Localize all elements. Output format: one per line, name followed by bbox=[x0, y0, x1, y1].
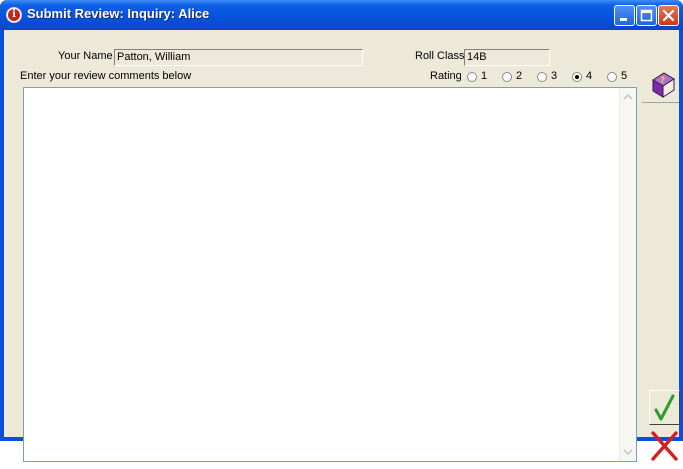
help-book-icon: ? bbox=[652, 72, 675, 98]
scroll-up-button[interactable] bbox=[621, 89, 635, 104]
dialog-client-area: Your Name Patton, William Roll Class 14B… bbox=[4, 30, 680, 462]
separator-line bbox=[642, 102, 679, 103]
rating-radio-5[interactable] bbox=[607, 72, 617, 82]
rating-radio-2[interactable] bbox=[502, 72, 512, 82]
your-name-field[interactable]: Patton, William bbox=[114, 49, 363, 66]
rating-label: Rating bbox=[430, 70, 462, 82]
svg-text:?: ? bbox=[660, 76, 665, 86]
minimize-icon bbox=[620, 18, 627, 21]
rating-option-2-label: 2 bbox=[516, 70, 523, 82]
submit-review-window: i Submit Review: Inquiry: Alice Your Nam… bbox=[0, 0, 683, 462]
minimize-button[interactable] bbox=[614, 5, 635, 26]
comments-scrollbar[interactable] bbox=[619, 88, 636, 461]
rating-radio-1[interactable] bbox=[467, 72, 477, 82]
ok-button[interactable] bbox=[649, 390, 680, 425]
chevron-down-icon bbox=[623, 449, 633, 456]
rating-option-4-label: 4 bbox=[586, 70, 593, 82]
close-button[interactable] bbox=[658, 5, 679, 26]
roll-class-field[interactable]: 14B bbox=[464, 49, 550, 66]
info-icon: i bbox=[6, 7, 22, 23]
cancel-button[interactable] bbox=[649, 428, 680, 464]
checkmark-icon bbox=[654, 394, 675, 421]
roll-class-label: Roll Class bbox=[415, 50, 465, 62]
maximize-icon bbox=[640, 9, 653, 22]
maximize-button[interactable] bbox=[636, 5, 657, 26]
chevron-up-icon bbox=[623, 93, 633, 100]
help-button[interactable]: ? bbox=[650, 70, 676, 100]
rating-option-1-label: 1 bbox=[481, 70, 488, 82]
rating-radio-4[interactable] bbox=[572, 72, 582, 82]
comments-label: Enter your review comments below bbox=[20, 70, 192, 82]
scroll-down-button[interactable] bbox=[621, 445, 635, 460]
window-title: Submit Review: Inquiry: Alice bbox=[27, 6, 210, 21]
review-comments-textarea[interactable] bbox=[23, 87, 637, 462]
rating-radio-3[interactable] bbox=[537, 72, 547, 82]
red-x-icon bbox=[651, 431, 678, 461]
close-icon bbox=[662, 9, 675, 22]
rating-option-3-label: 3 bbox=[551, 70, 558, 82]
rating-option-5-label: 5 bbox=[621, 70, 628, 82]
your-name-label: Your Name bbox=[58, 50, 113, 62]
title-bar[interactable]: i Submit Review: Inquiry: Alice bbox=[0, 0, 683, 30]
